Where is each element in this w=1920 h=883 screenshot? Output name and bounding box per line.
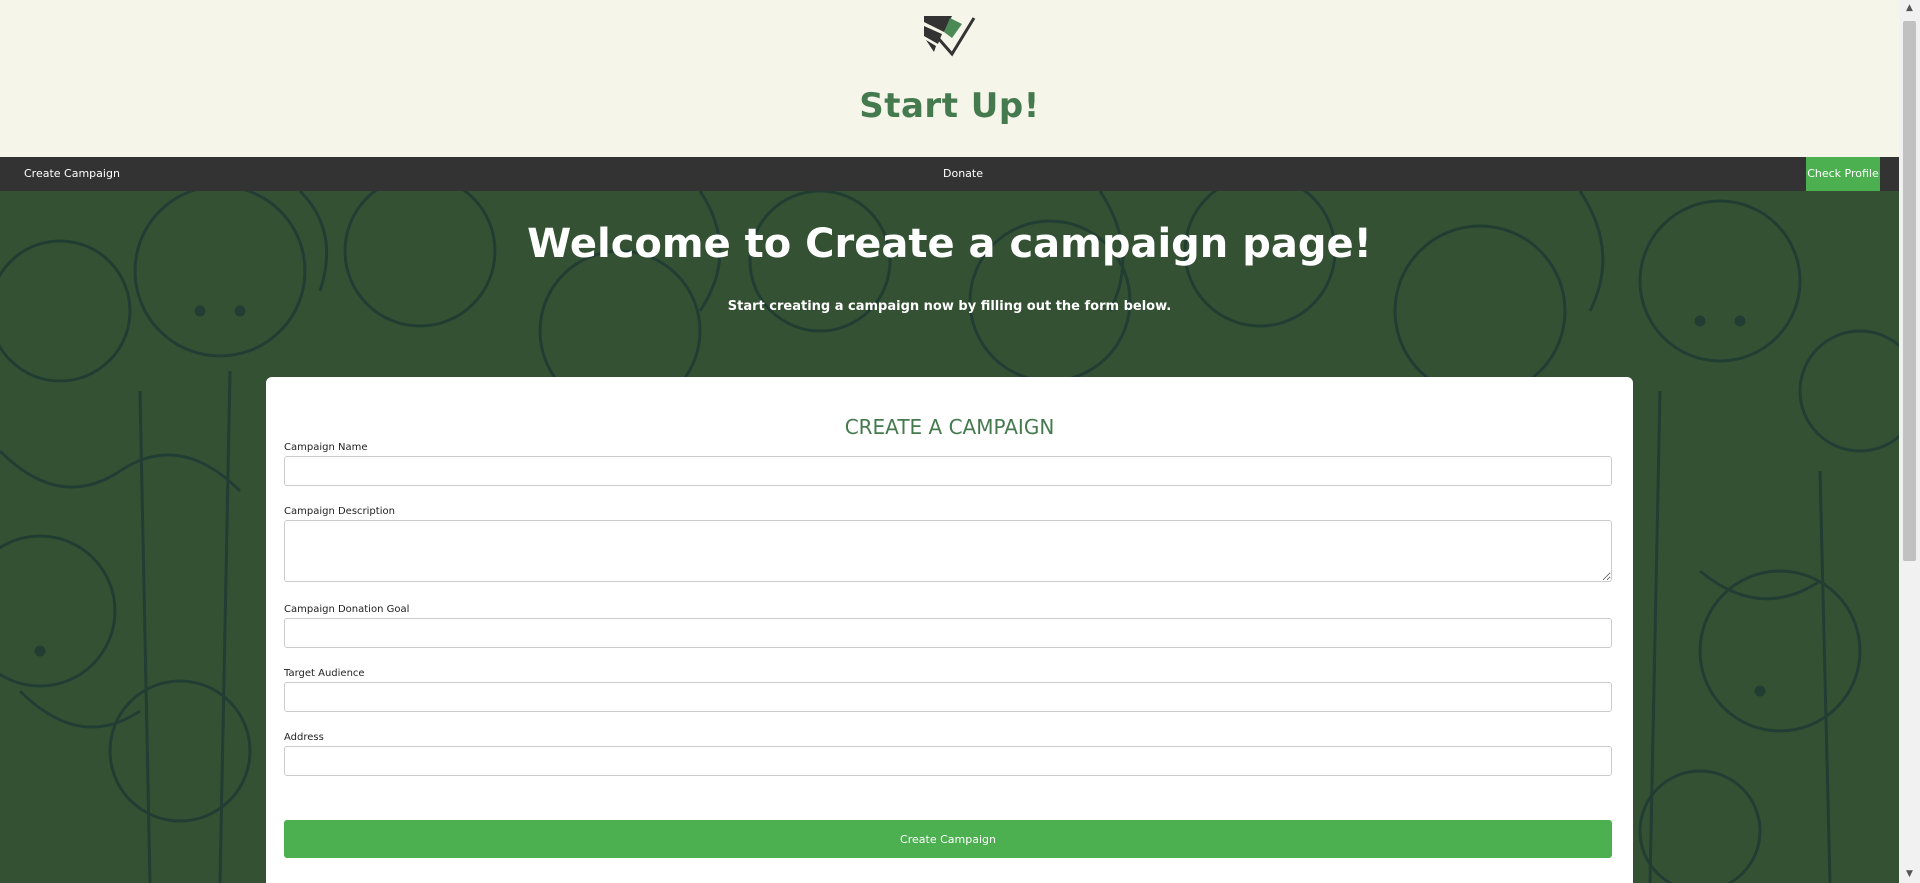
site-title: Start Up! bbox=[859, 86, 1040, 126]
create-campaign-button[interactable]: Create Campaign bbox=[284, 820, 1612, 858]
nav-check-profile[interactable]: Check Profile bbox=[1806, 157, 1880, 191]
campaign-name-input[interactable] bbox=[284, 456, 1612, 486]
hero-section: Welcome to Create a campaign page! Start… bbox=[0, 191, 1899, 883]
address-input[interactable] bbox=[284, 746, 1612, 776]
create-campaign-form: CREATE A CAMPAIGN Campaign Name Campaign… bbox=[266, 377, 1633, 883]
target-audience-input[interactable] bbox=[284, 682, 1612, 712]
campaign-description-textarea[interactable] bbox=[284, 520, 1612, 582]
address-label: Address bbox=[284, 732, 324, 743]
page-scrollbar[interactable]: ▲ ▼ bbox=[1899, 0, 1920, 883]
campaign-name-label: Campaign Name bbox=[284, 442, 368, 453]
hero-subtitle: Start creating a campaign now by filling… bbox=[727, 299, 1172, 314]
main-navbar: Create Campaign Donate Check Profile bbox=[0, 157, 1899, 191]
scroll-thumb[interactable] bbox=[1903, 21, 1916, 561]
site-header: Start Up! bbox=[0, 0, 1899, 157]
scroll-down-arrow-icon[interactable]: ▼ bbox=[1899, 866, 1920, 883]
campaign-donation-goal-input[interactable] bbox=[284, 618, 1612, 648]
target-audience-label: Target Audience bbox=[284, 668, 365, 679]
form-title: CREATE A CAMPAIGN bbox=[844, 415, 1055, 439]
campaign-donation-goal-label: Campaign Donation Goal bbox=[284, 604, 410, 615]
logo-icon[interactable] bbox=[922, 14, 978, 58]
nav-donate[interactable]: Donate bbox=[943, 157, 983, 191]
campaign-description-label: Campaign Description bbox=[284, 506, 395, 517]
nav-create-campaign[interactable]: Create Campaign bbox=[24, 157, 120, 191]
scroll-up-arrow-icon[interactable]: ▲ bbox=[1899, 0, 1920, 17]
hero-title: Welcome to Create a campaign page! bbox=[527, 221, 1372, 267]
